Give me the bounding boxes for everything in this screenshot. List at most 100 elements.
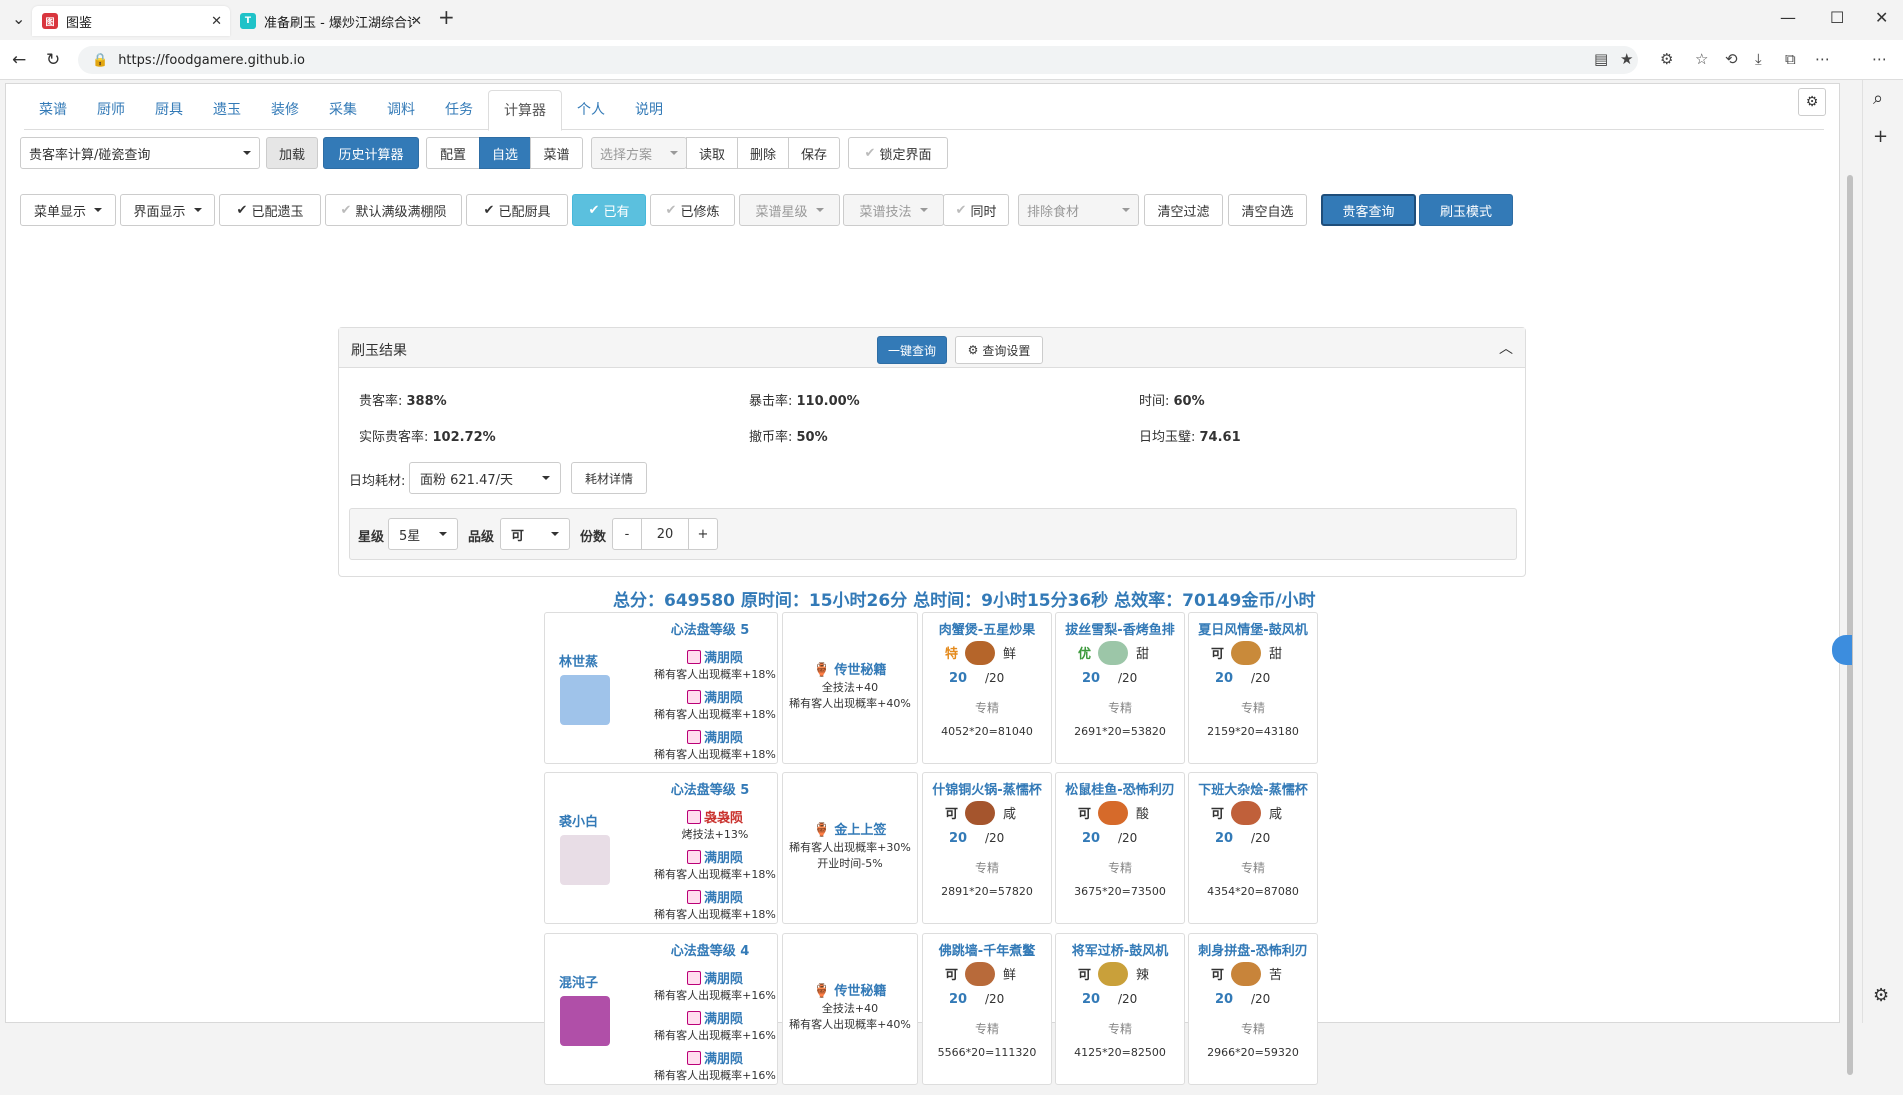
- window-close-icon[interactable]: ✕: [1875, 8, 1888, 27]
- recipe-skill-select[interactable]: 菜谱技法: [843, 194, 944, 226]
- reload-icon[interactable]: ↻: [46, 50, 60, 70]
- chef-name[interactable]: 裘小白: [559, 811, 598, 830]
- collapse-chevron-icon[interactable]: ︿: [1499, 338, 1513, 358]
- dish-quantity[interactable]: 20: [1082, 831, 1100, 846]
- recipes-button[interactable]: 菜谱: [530, 137, 583, 169]
- favorites-icon[interactable]: ☆: [1695, 50, 1708, 68]
- lock-ui-button[interactable]: ✔ 锁定界面: [848, 137, 948, 169]
- custom-button[interactable]: 自选: [479, 137, 531, 169]
- equip-name[interactable]: 🏺 金上上签: [783, 819, 917, 838]
- url-field[interactable]: 🔒 https://foodgamere.github.io: [78, 46, 1638, 74]
- cultivated-toggle[interactable]: ✔ 已修炼: [650, 194, 735, 226]
- skill-name[interactable]: 满朋陨: [704, 1052, 743, 1067]
- maximize-icon[interactable]: ☐: [1830, 8, 1844, 27]
- ui-display-dropdown[interactable]: 界面显示: [120, 194, 215, 226]
- floating-side-tab[interactable]: [1832, 635, 1852, 665]
- one-click-query-button[interactable]: 一键查询: [877, 336, 947, 364]
- nav-tab-calculator[interactable]: 计算器: [488, 90, 562, 131]
- load-button[interactable]: 加载: [266, 137, 318, 169]
- exclude-ingredient-select[interactable]: 排除食材: [1018, 194, 1139, 226]
- skill-name[interactable]: 满朋陨: [704, 651, 743, 666]
- history-calculator-button[interactable]: 历史计算器: [323, 137, 419, 169]
- dish-name[interactable]: 肉蟹煲-五星炒果: [923, 619, 1051, 638]
- clear-filter-button[interactable]: 清空过滤: [1144, 194, 1223, 226]
- minimize-icon[interactable]: —: [1780, 8, 1796, 27]
- material-detail-button[interactable]: 耗材详情: [571, 462, 647, 494]
- dish-quantity[interactable]: 20: [949, 671, 967, 686]
- same-time-toggle[interactable]: ✔ 同时: [943, 194, 1009, 226]
- recipe-star-select[interactable]: 菜谱星级: [739, 194, 840, 226]
- back-icon[interactable]: ←: [12, 50, 26, 70]
- read-button[interactable]: 读取: [686, 137, 738, 169]
- nav-tab-tasks[interactable]: 任务: [430, 90, 488, 130]
- dish-name[interactable]: 佛跳墙-千年煮鳖: [923, 940, 1051, 959]
- browser-tab-active[interactable]: 图 图鉴 ✕: [32, 6, 230, 36]
- skill-name[interactable]: 满朋陨: [704, 851, 743, 866]
- dish-quantity[interactable]: 20: [1082, 671, 1100, 686]
- portion-plus-button[interactable]: +: [688, 518, 718, 550]
- daily-material-select[interactable]: 面粉 621.47/天: [409, 462, 561, 494]
- dish-quantity[interactable]: 20: [949, 992, 967, 1007]
- delete-button[interactable]: 删除: [737, 137, 789, 169]
- more-menu-icon[interactable]: ⋯: [1872, 50, 1887, 68]
- skill-name[interactable]: 满朋陨: [704, 891, 743, 906]
- portion-input[interactable]: 20: [641, 518, 689, 550]
- chef-name[interactable]: 林世蒸: [559, 651, 598, 670]
- save-button[interactable]: 保存: [788, 137, 840, 169]
- equip-name[interactable]: 🏺 传世秘籍: [783, 659, 917, 678]
- tab-list-chevron-icon[interactable]: ⌄: [12, 9, 25, 28]
- portion-minus-button[interactable]: -: [612, 518, 642, 550]
- browser-tab[interactable]: T 准备刷玉 - 爆炒江湖综合讨论 - Ta ✕: [230, 6, 430, 36]
- equip-name[interactable]: 🏺 传世秘籍: [783, 980, 917, 999]
- nav-tab-seasoning[interactable]: 调料: [372, 90, 430, 130]
- guest-query-button[interactable]: 贵客查询: [1321, 194, 1416, 226]
- nav-tab-personal[interactable]: 个人: [562, 90, 620, 130]
- nav-tab-gather[interactable]: 采集: [314, 90, 372, 130]
- skill-name[interactable]: 袅袅陨: [704, 811, 743, 826]
- chef-name[interactable]: 混沌子: [559, 972, 598, 991]
- choose-plan-select[interactable]: 选择方案: [591, 137, 687, 169]
- grade-select[interactable]: 可: [500, 518, 570, 550]
- settings-gear-button[interactable]: ⚙: [1798, 88, 1826, 116]
- downloads-icon[interactable]: ⤓: [1755, 50, 1762, 68]
- history-icon[interactable]: ⟲: [1725, 50, 1738, 68]
- dish-name[interactable]: 刺身拼盘-恐怖利刃: [1189, 940, 1317, 959]
- equipped-tools-toggle[interactable]: ✔ 已配厨具: [466, 194, 568, 226]
- skill-name[interactable]: 满朋陨: [704, 972, 743, 987]
- dish-quantity[interactable]: 20: [1215, 671, 1233, 686]
- dish-name[interactable]: 夏日风情堡-鼓风机: [1189, 619, 1317, 638]
- scrollbar-thumb[interactable]: [1847, 175, 1853, 1075]
- tab-close-icon[interactable]: ✕: [411, 14, 422, 29]
- nav-tab-help[interactable]: 说明: [620, 90, 678, 130]
- menu-display-dropdown[interactable]: 菜单显示: [20, 194, 116, 226]
- default-full-toggle[interactable]: ✔ 默认满级满棚陨: [325, 194, 462, 226]
- scrollbar[interactable]: [1845, 165, 1855, 1095]
- query-settings-button[interactable]: ⚙ 查询设置: [955, 336, 1043, 364]
- dish-name[interactable]: 拔丝雪梨-香烤鱼排: [1056, 619, 1184, 638]
- screenshot-icon[interactable]: ⧉: [1785, 50, 1796, 68]
- new-tab-icon[interactable]: +: [438, 5, 455, 29]
- more-icon[interactable]: ⋯: [1815, 50, 1830, 68]
- dish-quantity[interactable]: 20: [1215, 992, 1233, 1007]
- jade-mode-button[interactable]: 刷玉模式: [1419, 194, 1513, 226]
- nav-tab-recipes[interactable]: 菜谱: [24, 90, 82, 130]
- skill-name[interactable]: 满朋陨: [704, 691, 743, 706]
- dish-name[interactable]: 将军过桥-鼓风机: [1056, 940, 1184, 959]
- equipped-jade-toggle[interactable]: ✔ 已配遗玉: [219, 194, 321, 226]
- clear-custom-button[interactable]: 清空自选: [1228, 194, 1307, 226]
- add-icon[interactable]: +: [1873, 126, 1888, 147]
- nav-tab-jade[interactable]: 遗玉: [198, 90, 256, 130]
- dish-quantity[interactable]: 20: [949, 831, 967, 846]
- extensions-icon[interactable]: ⚙: [1660, 50, 1673, 68]
- skill-name[interactable]: 满朋陨: [704, 1012, 743, 1027]
- search-icon[interactable]: ⌕: [1873, 88, 1883, 109]
- settings-icon[interactable]: ⚙: [1873, 985, 1889, 1006]
- tab-close-icon[interactable]: ✕: [211, 14, 222, 29]
- reader-icon[interactable]: ▤: [1594, 50, 1608, 68]
- dish-name[interactable]: 什锦铜火锅-蒸懦杯: [923, 779, 1051, 798]
- nav-tab-tools[interactable]: 厨具: [140, 90, 198, 130]
- dish-name[interactable]: 下班大杂烩-蒸懦杯: [1189, 779, 1317, 798]
- config-button[interactable]: 配置: [426, 137, 480, 169]
- dish-name[interactable]: 松鼠桂鱼-恐怖利刃: [1056, 779, 1184, 798]
- dish-quantity[interactable]: 20: [1215, 831, 1233, 846]
